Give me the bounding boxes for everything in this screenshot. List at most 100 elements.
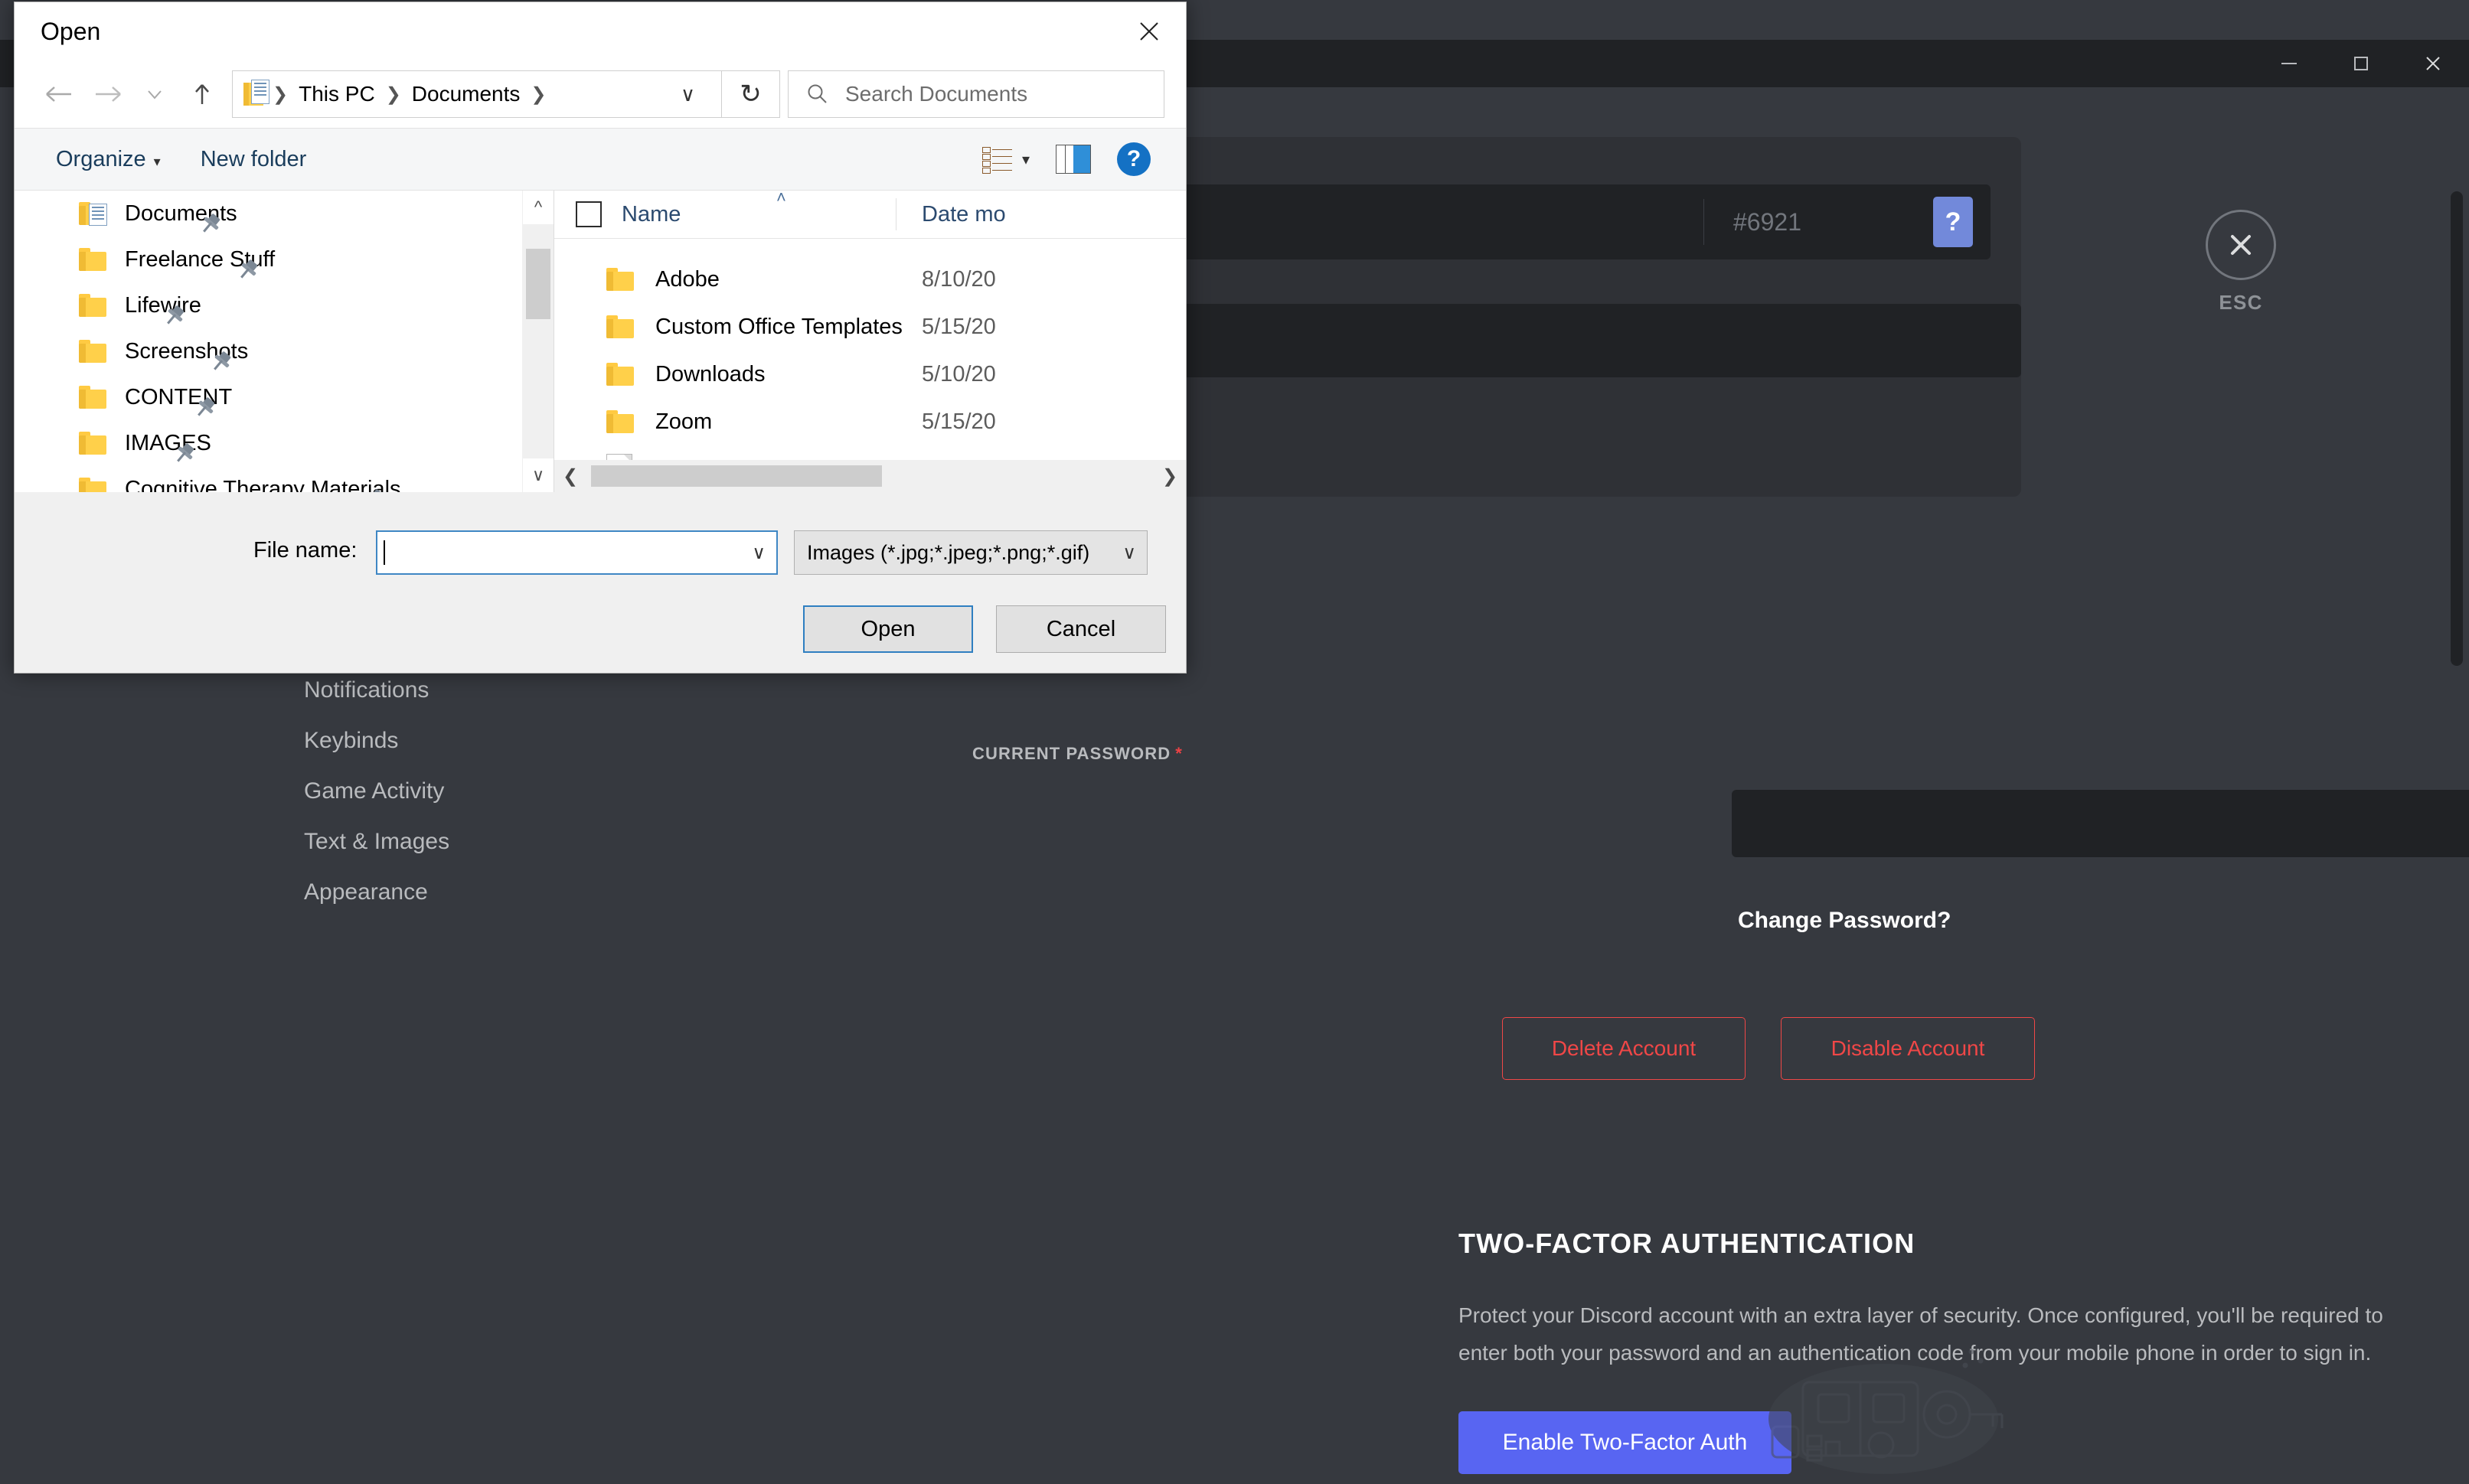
help-icon[interactable]: ? — [1117, 142, 1151, 176]
folder-documents-icon — [79, 202, 107, 226]
disable-account-button[interactable]: Disable Account — [1781, 1017, 2035, 1080]
breadcrumb-dropdown-chevron-down-icon[interactable]: ∨ — [665, 83, 710, 106]
file-name-label: File name: — [253, 538, 358, 563]
minimize-icon[interactable] — [2253, 40, 2325, 87]
file-date: 5/15/20 — [922, 409, 996, 434]
file-name-input[interactable]: ∨ — [376, 530, 778, 575]
file-type-filter-value: Images (*.jpg;*.jpeg;*.png;*.gif) — [807, 540, 1090, 564]
table-row[interactable]: Adobe 8/10/20 — [554, 256, 1186, 303]
breadcrumb[interactable]: ❯ This PC ❯ Documents ❯ ∨ — [232, 70, 722, 118]
organize-button[interactable]: Organize ▾ — [36, 147, 181, 172]
sidebar-item-text-images[interactable]: Text & Images — [65, 817, 485, 867]
file-date: 8/10/20 — [922, 266, 996, 292]
dialog-content: Documents Freelance Stuff Lifewire Scree… — [15, 188, 1186, 492]
two-factor-section: TWO-FACTOR AUTHENTICATION Protect your D… — [1458, 1228, 2383, 1474]
chevron-left-icon[interactable]: ❮ — [554, 465, 586, 488]
file-list-pane: Name ˄ Date mo Adobe 8/10/20 Custom Offi… — [554, 188, 1186, 492]
arrow-left-icon[interactable] — [36, 70, 83, 118]
sidebar-item-appearance[interactable]: Appearance — [65, 867, 485, 918]
chevron-down-icon[interactable]: ∨ — [1122, 542, 1136, 564]
chevron-down-icon[interactable]: ∨ — [523, 458, 554, 492]
settings-scrollbar[interactable] — [2451, 191, 2463, 666]
column-header-name[interactable]: Name — [622, 202, 681, 227]
file-list-horizontal-scrollbar[interactable]: ❮ ❯ — [554, 460, 1186, 492]
breadcrumb-item-documents[interactable]: Documents — [404, 82, 528, 106]
column-header-date-modified[interactable]: Date mo — [922, 202, 1006, 227]
file-type-filter-select[interactable]: Images (*.jpg;*.jpeg;*.png;*.gif) ∨ — [794, 530, 1148, 575]
arrow-right-icon[interactable] — [83, 70, 131, 118]
two-factor-title: TWO-FACTOR AUTHENTICATION — [1458, 1228, 1915, 1259]
dialog-toolbar: Organize ▾ New folder ▾ ? — [15, 128, 1186, 191]
scrollbar-thumb[interactable] — [591, 465, 882, 487]
tree-item-cognitive-therapy-materials[interactable]: Cognitive Therapy Materials — [15, 466, 554, 492]
search-input[interactable] — [844, 81, 1122, 107]
chevron-up-icon[interactable]: ^ — [523, 191, 554, 224]
chevron-down-icon[interactable] — [131, 70, 178, 118]
folder-icon — [79, 432, 106, 455]
tree-item-screenshots[interactable]: Screenshots — [15, 328, 554, 374]
text-caret — [384, 540, 385, 565]
close-icon[interactable] — [2397, 40, 2469, 87]
tree-item-images[interactable]: IMAGES — [15, 420, 554, 466]
dialog-title: Open — [41, 17, 101, 45]
breadcrumb-separator: ❯ — [273, 83, 289, 105]
sidebar-item-game-activity[interactable]: Game Activity — [65, 766, 485, 817]
tree-item-freelance-stuff[interactable]: Freelance Stuff — [15, 236, 554, 282]
scrollbar-thumb[interactable] — [526, 249, 550, 319]
file-name: Downloads — [655, 361, 766, 386]
folder-icon — [79, 294, 106, 317]
change-password-link[interactable]: Change Password? — [1738, 908, 1951, 934]
cancel-button[interactable]: Cancel — [996, 605, 1166, 653]
open-button[interactable]: Open — [803, 605, 973, 653]
delete-account-button[interactable]: Delete Account — [1502, 1017, 1746, 1080]
table-row[interactable]: Zoom 5/15/20 — [554, 398, 1186, 445]
open-file-dialog: Open ❯ This PC ❯ Documents ❯ ∨ ↻ Search … — [14, 2, 1187, 674]
discriminator-value: #6921 — [1703, 199, 1933, 245]
search-box[interactable] — [788, 70, 1164, 118]
breadcrumb-item-this-pc[interactable]: This PC — [291, 82, 383, 106]
required-asterisk: * — [1175, 744, 1183, 763]
refresh-icon[interactable]: ↻ — [722, 70, 780, 118]
preview-pane-icon[interactable] — [1056, 145, 1091, 174]
table-row[interactable]: Downloads 5/10/20 — [554, 351, 1186, 398]
breadcrumb-separator: ❯ — [385, 83, 401, 105]
tree-item-label: Cognitive Therapy Materials — [125, 476, 401, 493]
sidebar-item-label: Appearance — [304, 879, 428, 905]
folder-icon — [79, 386, 106, 409]
sidebar-item-label: Game Activity — [304, 778, 445, 804]
tree-item-lifewire[interactable]: Lifewire — [15, 282, 554, 328]
account-action-row: Delete Account Disable Account Cancel Sa… — [1502, 1017, 2469, 1080]
list-view-icon[interactable] — [981, 144, 1013, 174]
folder-icon — [79, 340, 106, 363]
file-name: Zoom — [655, 409, 713, 434]
arrow-up-icon[interactable] — [178, 70, 226, 118]
maximize-icon[interactable] — [2325, 40, 2397, 87]
current-password-input[interactable] — [1732, 790, 2469, 857]
sort-ascending-icon: ˄ — [776, 188, 786, 207]
view-chevron-down-icon[interactable]: ▾ — [1022, 150, 1030, 169]
tree-item-content[interactable]: CONTENT — [15, 374, 554, 420]
folder-icon — [79, 478, 106, 492]
select-all-checkbox[interactable] — [576, 201, 602, 227]
help-icon[interactable]: ? — [1933, 197, 1973, 247]
current-password-label: CURRENT PASSWORD * — [972, 744, 1183, 764]
security-illustration-icon — [1742, 1335, 2025, 1480]
folder-icon — [79, 248, 106, 271]
chevron-right-icon[interactable]: ❯ — [1154, 465, 1186, 488]
sidebar-item-keybinds[interactable]: Keybinds — [65, 716, 485, 766]
current-password-label-text: CURRENT PASSWORD — [972, 744, 1171, 763]
file-date: 5/15/20 — [922, 314, 996, 339]
navigation-pane-scrollbar[interactable]: ^ ∨ — [522, 191, 554, 492]
organize-label: Organize — [56, 146, 146, 171]
sidebar-item-label: Notifications — [304, 677, 429, 703]
folder-documents-icon — [243, 80, 269, 109]
close-icon[interactable] — [1112, 2, 1186, 60]
folder-icon — [606, 315, 634, 338]
new-folder-button[interactable]: New folder — [181, 147, 327, 172]
dialog-navigation-bar: ❯ This PC ❯ Documents ❯ ∨ ↻ — [15, 60, 1186, 128]
file-name: Custom Office Templates — [655, 314, 903, 339]
tree-item-documents[interactable]: Documents — [15, 191, 554, 236]
toolbar-right-group: ▾ ? — [981, 142, 1164, 176]
table-row[interactable]: Custom Office Templates 5/15/20 — [554, 303, 1186, 351]
chevron-down-icon[interactable]: ∨ — [752, 542, 766, 564]
